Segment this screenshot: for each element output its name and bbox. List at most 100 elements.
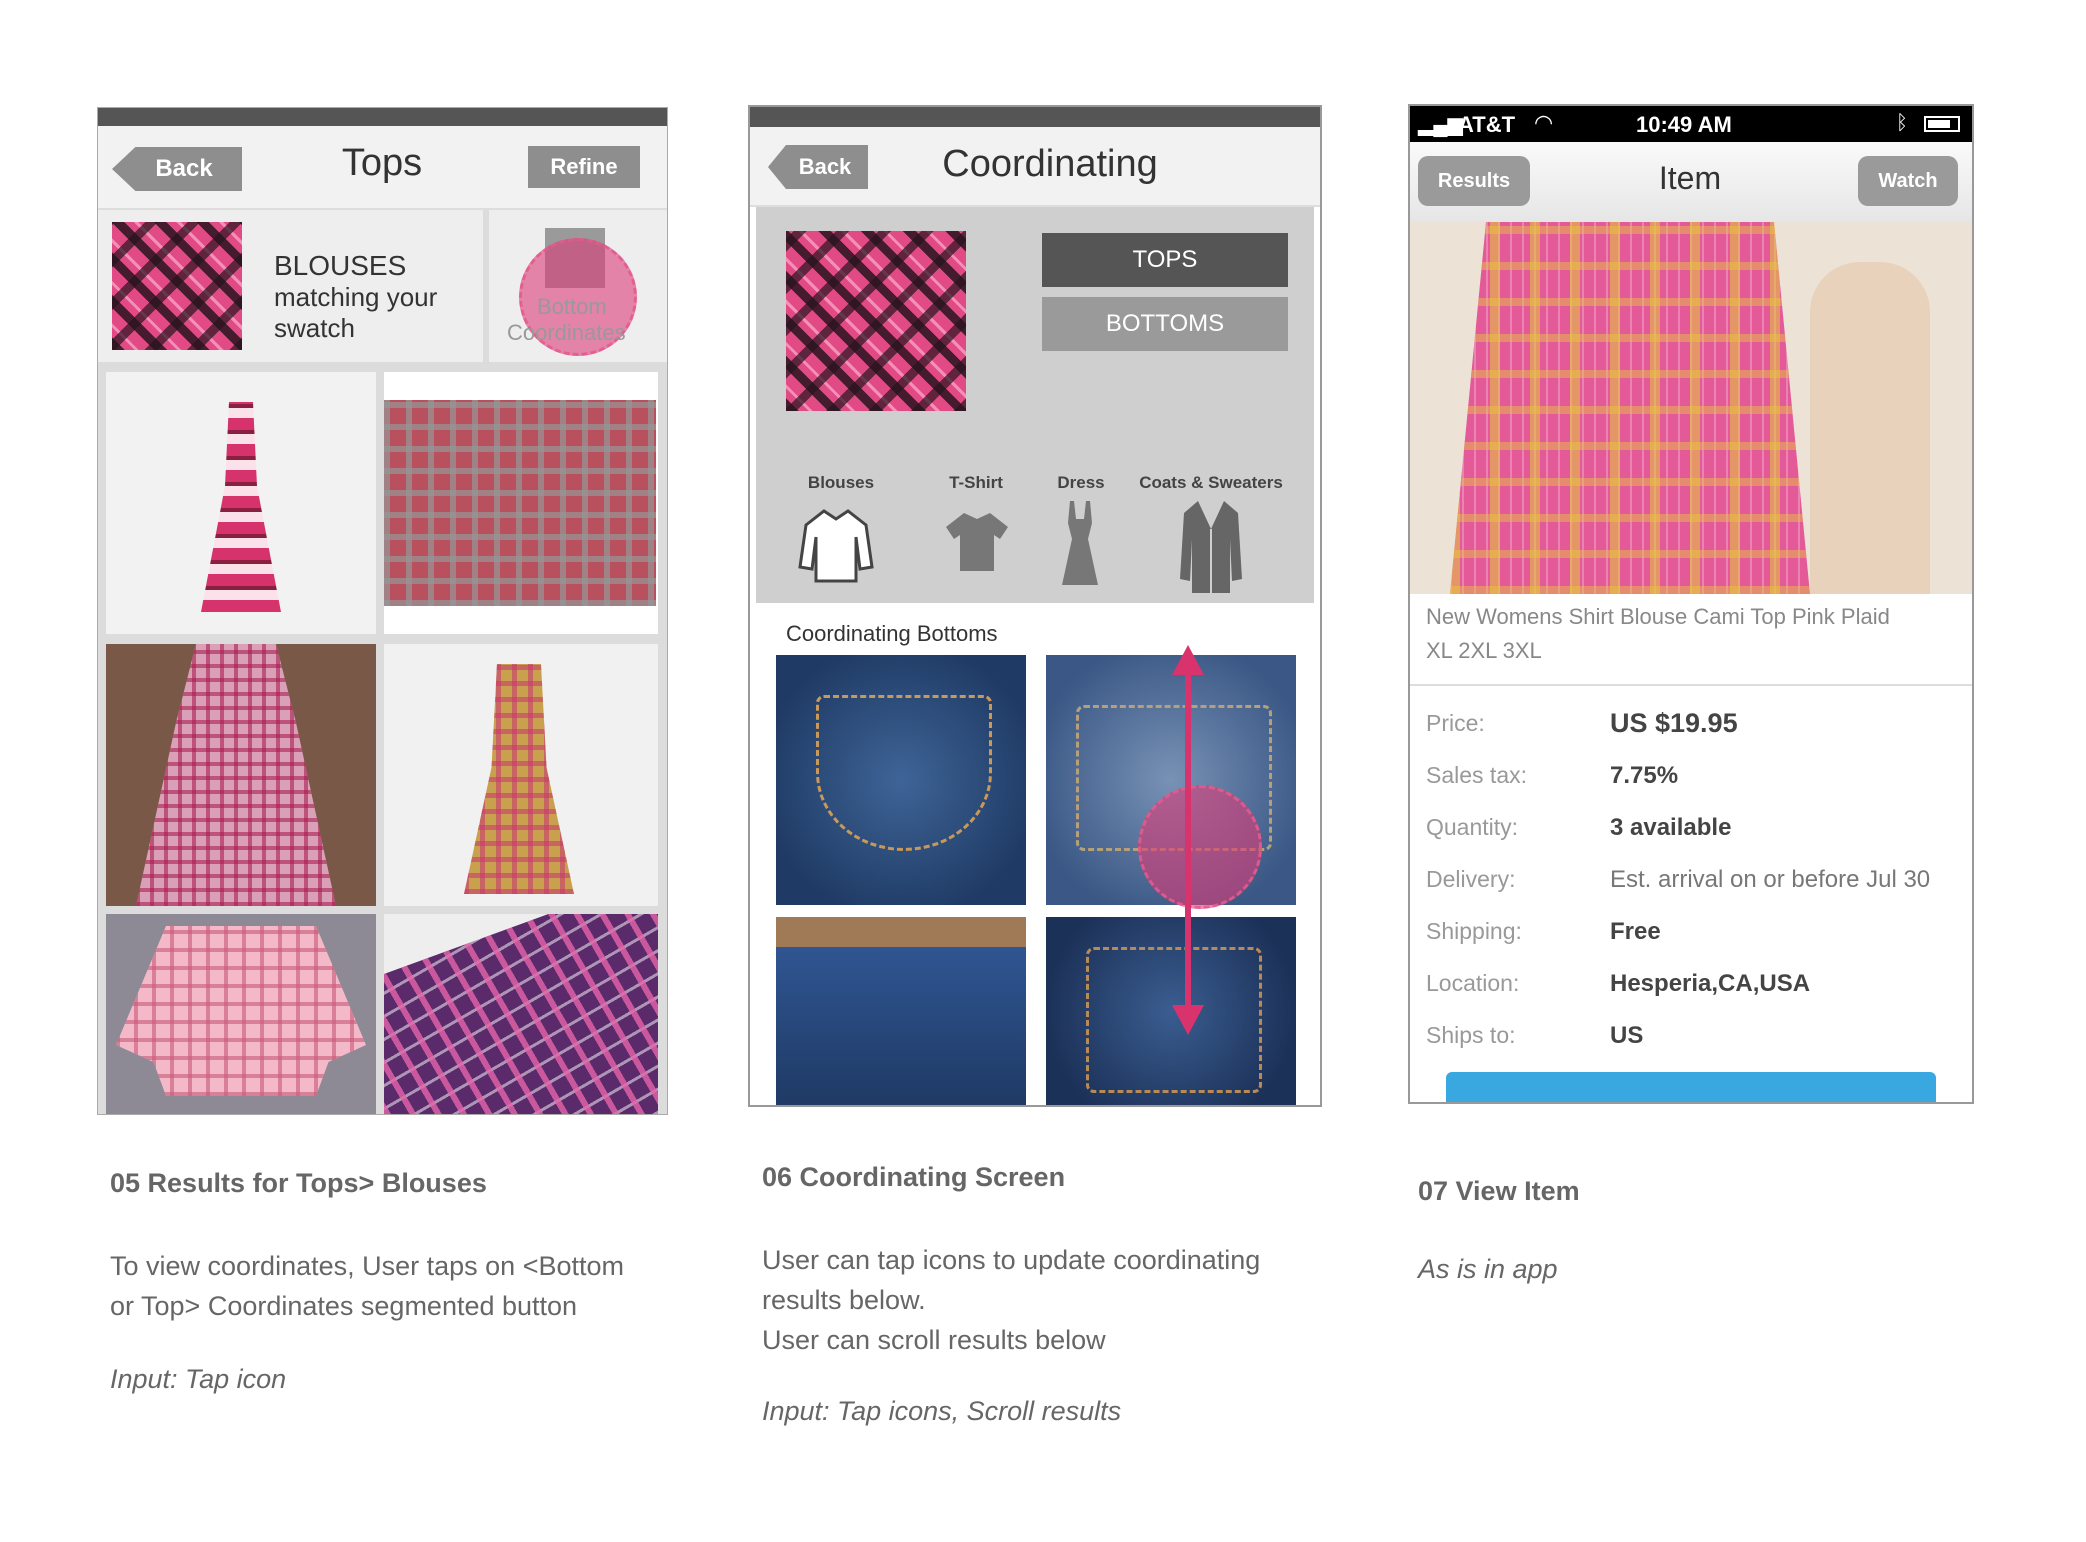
results-grid bbox=[98, 366, 667, 1114]
delivery-value: Est. arrival on or before Jul 30 bbox=[1610, 866, 1931, 893]
coat-icon bbox=[1180, 501, 1242, 593]
screen-07-view-item: ▂▄▆ AT&T ◠ 10:49 AM ᛒ Results Item Watch… bbox=[1408, 104, 1974, 1104]
bottom-coordinates-label1: Bottom bbox=[537, 294, 607, 319]
back-button[interactable]: Back bbox=[112, 147, 242, 191]
filter-panel: TOPS BOTTOMS Blouses T-Shirt Dress Coats… bbox=[756, 207, 1314, 603]
category-label: T-Shirt bbox=[949, 473, 1003, 492]
back-button[interactable]: Back bbox=[768, 145, 868, 189]
dress-figure bbox=[136, 644, 336, 906]
caption-line: To view coordinates, User taps on <Botto… bbox=[110, 1251, 625, 1281]
caption-title: 07 View Item bbox=[1418, 1176, 1580, 1206]
tshirt-icon bbox=[946, 513, 1008, 571]
navbar: Back Coordinating bbox=[750, 127, 1320, 207]
caption-title: 06 Coordinating Screen bbox=[762, 1162, 1066, 1192]
top-strip bbox=[750, 107, 1320, 127]
category-label: Coats & Sweaters bbox=[1139, 473, 1283, 492]
carrier-label: AT&T bbox=[1458, 112, 1516, 137]
caption-title: 05 Results for Tops> Blouses bbox=[110, 1168, 487, 1198]
result-item[interactable] bbox=[106, 644, 376, 906]
heading-line2: matching your bbox=[274, 282, 438, 312]
caption-input: Input: Tap icon bbox=[110, 1364, 287, 1394]
caption-line: User can scroll results below bbox=[762, 1325, 1106, 1355]
location-value: Hesperia,CA,USA bbox=[1610, 970, 1811, 997]
category-tshirt[interactable]: T-Shirt bbox=[936, 473, 1016, 593]
result-item[interactable] bbox=[776, 655, 1026, 905]
blouse-icon bbox=[798, 509, 874, 583]
dress-figure bbox=[201, 402, 281, 612]
category-label: Dress bbox=[1057, 473, 1105, 492]
price-label: Price: bbox=[1426, 710, 1485, 736]
refine-button[interactable]: Refine bbox=[528, 146, 640, 188]
caption-line: results below. bbox=[762, 1285, 926, 1315]
swatch-image bbox=[112, 222, 242, 350]
result-item[interactable] bbox=[384, 372, 658, 634]
result-item[interactable] bbox=[384, 644, 658, 906]
shirt-figure bbox=[384, 400, 656, 606]
navbar: Results Item Watch bbox=[1410, 142, 1972, 224]
caption-input: As is in app bbox=[1418, 1254, 1558, 1284]
bottom-coordinates-button[interactable]: Bottom Coordinates bbox=[489, 210, 667, 362]
swatch-image bbox=[786, 231, 966, 411]
category-dress[interactable]: Dress bbox=[1046, 473, 1116, 593]
item-details: Price: US $19.95 Sales tax: 7.75% Quanti… bbox=[1410, 694, 1972, 1014]
page-title: Coordinating bbox=[942, 143, 1158, 185]
location-label: Location: bbox=[1426, 970, 1520, 996]
item-title-line: New Womens Shirt Blouse Cami Top Pink Pl… bbox=[1426, 604, 1890, 629]
sales-tax-label: Sales tax: bbox=[1426, 762, 1527, 788]
page-title: Tops bbox=[341, 142, 423, 184]
tops-segment[interactable]: TOPS bbox=[1042, 233, 1288, 287]
caption-text: To view coordinates, User taps on <Botto… bbox=[110, 1246, 624, 1326]
category-blouses[interactable]: Blouses bbox=[796, 473, 886, 593]
bottom-coordinates-label2: Coordinates bbox=[507, 320, 626, 345]
sales-tax-value: 7.75% bbox=[1610, 762, 1679, 789]
shirt-figure bbox=[116, 926, 366, 1096]
item-title: New Womens Shirt Blouse Cami Top Pink Pl… bbox=[1426, 600, 1956, 668]
mannequin-arm bbox=[1810, 262, 1930, 594]
ships-to-label: Ships to: bbox=[1426, 1022, 1516, 1048]
bottoms-segment[interactable]: BOTTOMS bbox=[1042, 297, 1288, 351]
top-strip bbox=[98, 108, 667, 126]
watch-button[interactable]: Watch bbox=[1858, 156, 1958, 206]
battery-icon bbox=[1924, 116, 1960, 132]
buy-button[interactable] bbox=[1446, 1072, 1936, 1102]
shipping-label: Shipping: bbox=[1426, 918, 1522, 944]
item-title-line: XL 2XL 3XL bbox=[1426, 638, 1542, 663]
result-item[interactable] bbox=[384, 914, 658, 1114]
result-item[interactable] bbox=[776, 917, 1026, 1105]
category-label: Blouses bbox=[807, 473, 875, 492]
swatch-header: BLOUSES matching your swatch bbox=[98, 210, 483, 362]
quantity-label: Quantity: bbox=[1426, 814, 1519, 840]
price-value: US $19.95 bbox=[1610, 708, 1738, 738]
page-title: Item bbox=[1658, 160, 1722, 196]
wifi-icon: ◠ bbox=[1534, 110, 1554, 135]
dress-figure bbox=[464, 664, 574, 894]
results-button[interactable]: Results bbox=[1418, 156, 1530, 206]
quantity-value: 3 available bbox=[1610, 814, 1732, 841]
blouse-figure bbox=[1450, 222, 1810, 594]
result-item[interactable] bbox=[106, 372, 376, 634]
ships-to-value: US bbox=[1610, 1022, 1644, 1049]
heading-line3: swatch bbox=[274, 313, 355, 343]
caption-text: User can tap icons to update coordinatin… bbox=[762, 1240, 1260, 1360]
pocket bbox=[816, 695, 992, 851]
navbar: Back Tops Refine bbox=[98, 126, 667, 210]
result-item[interactable] bbox=[106, 914, 376, 1114]
screen-05-results: Back Tops Refine BLOUSES matching your s… bbox=[97, 107, 668, 1115]
screen-06-coordinating: Back Coordinating TOPS BOTTOMS Blouses T… bbox=[748, 105, 1322, 1107]
caption-line: User can tap icons to update coordinatin… bbox=[762, 1245, 1261, 1275]
section-title: Coordinating Bottoms bbox=[786, 621, 998, 646]
shirt-figure bbox=[384, 914, 658, 1114]
delivery-label: Delivery: bbox=[1426, 866, 1516, 892]
bluetooth-icon: ᛒ bbox=[1896, 112, 1908, 134]
shipping-value: Free bbox=[1610, 918, 1661, 945]
dress-icon bbox=[1062, 501, 1098, 585]
item-photo bbox=[1410, 222, 1972, 594]
category-coats-sweaters[interactable]: Coats & Sweaters bbox=[1136, 473, 1286, 593]
signal-icon: ▂▄▆ bbox=[1418, 114, 1463, 136]
caption-input: Input: Tap icons, Scroll results bbox=[762, 1396, 1122, 1426]
status-bar: ▂▄▆ AT&T ◠ 10:49 AM ᛒ bbox=[1410, 106, 1972, 142]
divider bbox=[1410, 684, 1972, 686]
bottoms-grid bbox=[776, 645, 1306, 1105]
caption-line: or Top> Coordinates segmented button bbox=[110, 1291, 578, 1321]
status-time: 10:49 AM bbox=[1636, 112, 1732, 137]
